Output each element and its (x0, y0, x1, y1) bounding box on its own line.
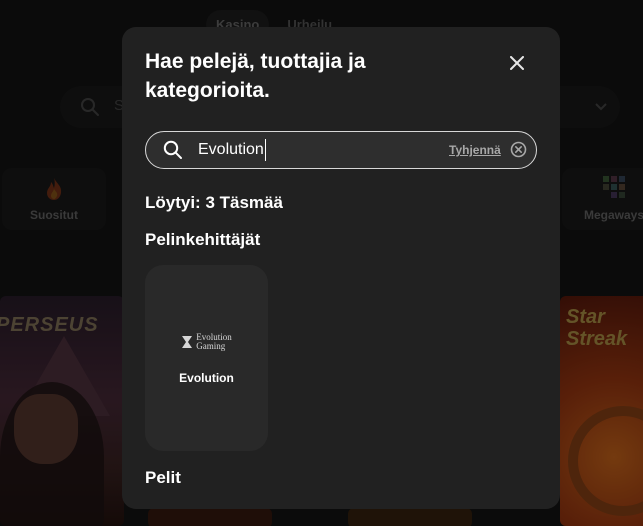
provider-name: Evolution (179, 371, 234, 385)
logo-text: Gaming (196, 341, 226, 351)
search-input[interactable] (198, 138, 438, 162)
clear-circle-x-icon[interactable] (510, 141, 527, 158)
providers-heading: Pelinkehittäjät (145, 230, 261, 249)
clear-search-link[interactable]: Tyhjennä (449, 143, 501, 157)
search-icon (163, 140, 182, 159)
results-count: Löytyi: 3 Täsmää (145, 193, 283, 212)
evolution-logo-icon (182, 336, 193, 348)
games-heading: Pelit (145, 468, 181, 487)
modal-title: Hae pelejä, tuottajia ja kategorioita. (145, 50, 366, 102)
provider-card-evolution[interactable]: Evolution Gaming Evolution (145, 265, 268, 451)
provider-logo: Evolution Gaming (181, 333, 232, 351)
text-caret (265, 139, 266, 161)
search-modal: Hae pelejä, tuottajia ja kategorioita. T… (122, 27, 560, 509)
search-field: Tyhjennä (145, 131, 537, 169)
close-icon (510, 56, 524, 70)
close-button[interactable] (505, 51, 529, 75)
